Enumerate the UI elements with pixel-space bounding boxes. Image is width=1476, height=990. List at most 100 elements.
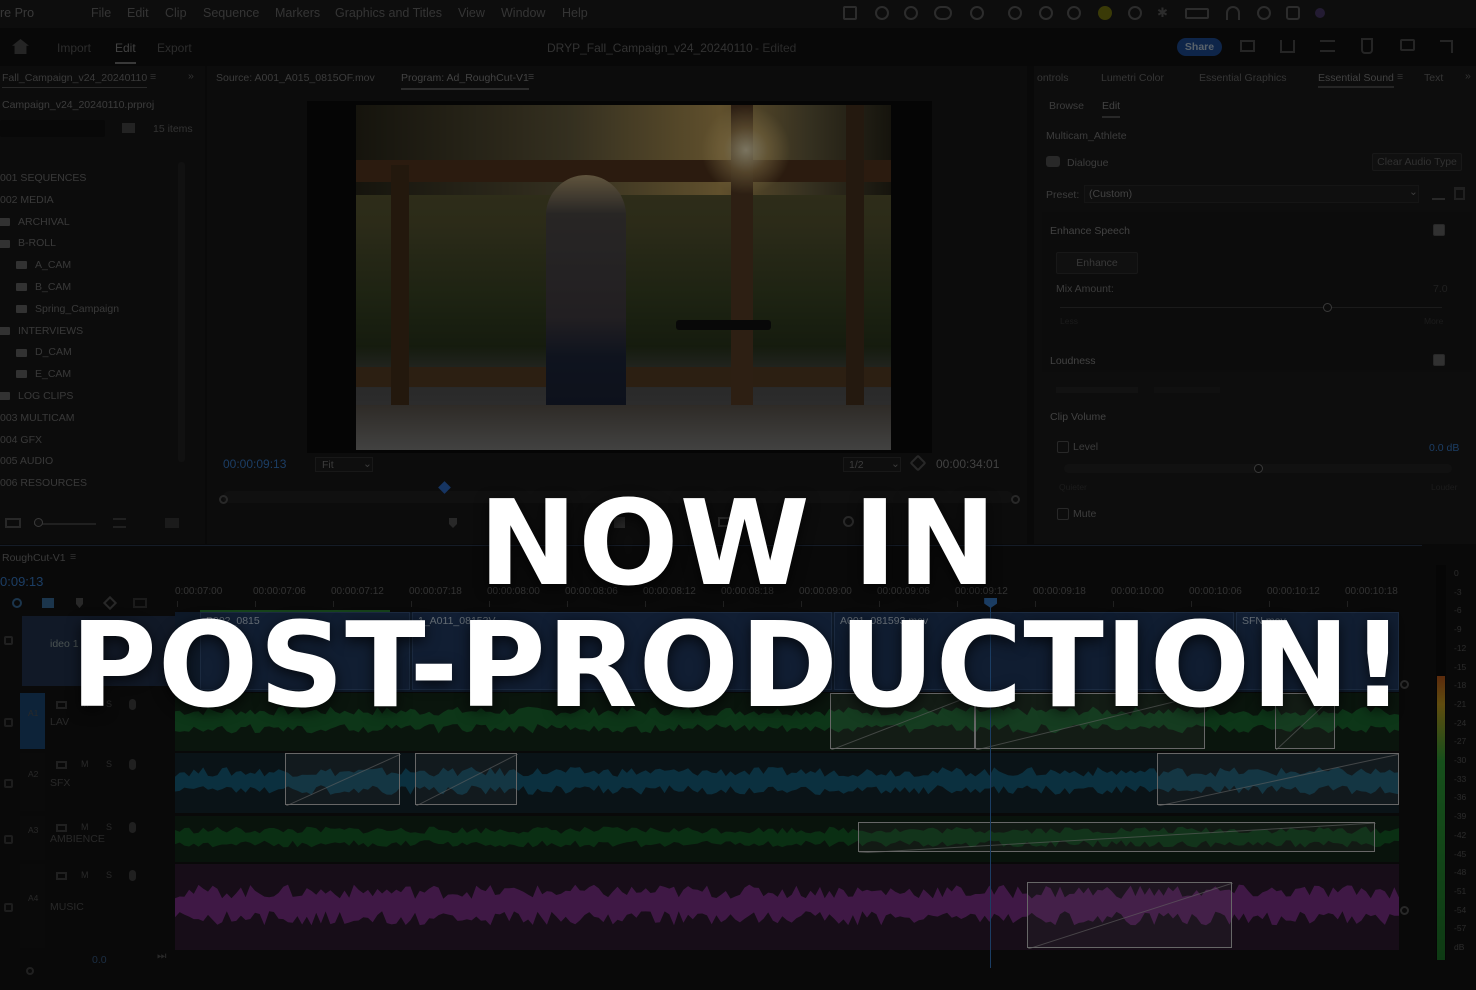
menu-item-edit[interactable]: Edit [127, 6, 149, 20]
tab-edit[interactable]: Edit [115, 41, 136, 64]
microphone-icon[interactable] [1098, 6, 1112, 20]
project-tab[interactable]: Fall_Campaign_v24_20240110 [2, 72, 148, 88]
expand-panel-icon[interactable]: » [1465, 70, 1471, 82]
menu-item-clip[interactable]: Clip [165, 6, 187, 20]
monitor-menu-icon[interactable]: ≡ [528, 71, 534, 83]
subtab-browse[interactable]: Browse [1049, 100, 1084, 112]
audio-clip[interactable] [858, 822, 1376, 853]
project-list-item[interactable]: 003 MULTICAM [0, 412, 75, 424]
clear-audio-type-button[interactable]: Clear Audio Type [1372, 153, 1462, 171]
tab-import[interactable]: Import [57, 41, 91, 55]
panel-menu-icon[interactable]: ≡ [150, 71, 156, 83]
project-list-item[interactable]: 002 MEDIA [0, 194, 54, 206]
project-search-input[interactable] [0, 120, 105, 137]
share-button[interactable]: Share [1177, 38, 1222, 56]
siri-icon[interactable] [1315, 8, 1325, 18]
audio-clip[interactable] [1157, 753, 1399, 806]
control-center-icon[interactable] [1286, 6, 1300, 20]
track-target[interactable]: A2 [20, 753, 45, 811]
fullscreen-icon[interactable] [1440, 40, 1453, 53]
lock-icon[interactable] [4, 835, 13, 844]
new-bin-icon[interactable] [122, 123, 135, 133]
enhance-button[interactable]: Enhance [1056, 252, 1138, 274]
lock-icon[interactable] [4, 903, 13, 912]
track-header-a4[interactable]: A4 MUSIC M S [0, 864, 175, 950]
tab-text[interactable]: Text [1424, 72, 1443, 84]
audio-clip[interactable] [285, 753, 401, 806]
tab-lumetri-color[interactable]: Lumetri Color [1101, 72, 1164, 84]
delete-preset-icon[interactable] [1454, 187, 1465, 200]
project-list-item[interactable]: B_CAM [16, 281, 71, 293]
tab-essential-sound[interactable]: Essential Sound [1318, 72, 1394, 88]
tab-effect-controls[interactable]: ontrols [1037, 72, 1069, 84]
tab-essential-graphics[interactable]: Essential Graphics [1199, 72, 1287, 84]
project-list-item[interactable]: D_CAM [16, 346, 72, 358]
beta-flask-icon[interactable] [1361, 38, 1373, 54]
track-sync-icon[interactable] [56, 824, 67, 832]
preset-dropdown[interactable]: (Custom) ⌄ [1084, 185, 1419, 203]
menu-item-sequence[interactable]: Sequence [203, 6, 259, 20]
zoom-handle[interactable] [26, 967, 34, 975]
track-solo-button[interactable]: S [106, 759, 112, 769]
track-solo-button[interactable]: S [106, 870, 112, 880]
export-icon[interactable] [1280, 40, 1295, 53]
panel-menu-icon[interactable]: ≡ [1397, 71, 1403, 83]
refresh-icon[interactable] [1067, 6, 1081, 20]
project-list-item[interactable]: 001 SEQUENCES [0, 172, 86, 184]
expand-panel-icon[interactable]: » [188, 70, 194, 82]
gear-icon[interactable] [1039, 6, 1053, 20]
project-list-item[interactable]: E_CAM [16, 368, 71, 380]
track-mute-button[interactable]: M [81, 822, 89, 832]
track-scroll-handle[interactable] [1400, 906, 1409, 915]
track-sync-icon[interactable] [56, 872, 67, 880]
enhance-speech-checkbox[interactable] [1433, 224, 1445, 236]
audio-clip[interactable] [1027, 882, 1233, 949]
project-list-item[interactable]: 004 GFX [0, 434, 42, 446]
lock-icon[interactable] [4, 779, 13, 788]
project-list-item[interactable]: 005 AUDIO [0, 455, 53, 467]
mix-amount-thumb[interactable] [1323, 303, 1333, 312]
display-icon[interactable] [843, 6, 857, 20]
menu-item-help[interactable]: Help [562, 6, 588, 20]
bluetooth-icon[interactable]: ✱ [1157, 5, 1171, 20]
feedback-icon[interactable] [1400, 39, 1415, 51]
project-list-item[interactable]: A_CAM [16, 259, 71, 271]
source-monitor-tab[interactable]: Source: A001_A015_0815OF.mov [216, 72, 375, 84]
wifi-icon[interactable] [1226, 6, 1240, 20]
auto-match-button[interactable] [1056, 387, 1138, 393]
cloud-icon[interactable] [934, 6, 952, 20]
menu-item-graphics-and-titles[interactable]: Graphics and Titles [335, 6, 442, 20]
mix-amount-value[interactable]: 7.0 [1433, 283, 1448, 295]
tab-export[interactable]: Export [157, 41, 192, 55]
menu-item-window[interactable]: Window [501, 6, 545, 20]
save-preset-icon[interactable] [1432, 187, 1445, 200]
track-mute-button[interactable]: M [81, 759, 89, 769]
layout-icon[interactable] [1240, 40, 1255, 52]
microphone-icon[interactable] [129, 822, 136, 833]
program-monitor-tab[interactable]: Program: Ad_RoughCut-V1 [401, 72, 529, 90]
level-checkbox[interactable] [1057, 441, 1069, 453]
check-circle-icon[interactable] [904, 6, 918, 20]
microphone-icon[interactable] [129, 759, 136, 770]
skip-end-icon[interactable]: ⏭ [157, 950, 166, 963]
workspaces-icon[interactable] [1320, 40, 1335, 52]
play-circle-icon[interactable] [1128, 6, 1142, 20]
battery-icon[interactable] [1185, 8, 1209, 19]
home-icon[interactable] [12, 39, 29, 54]
mix-amount-slider[interactable] [1060, 303, 1442, 312]
track-header-a3[interactable]: A3 AMBIENCE M S [0, 816, 175, 862]
microphone-icon[interactable] [129, 870, 136, 881]
level-value[interactable]: 0.0 dB [1429, 442, 1459, 454]
track-mute-button[interactable]: M [81, 870, 89, 880]
audio-clip[interactable] [415, 753, 518, 806]
accessibility-icon[interactable] [1008, 6, 1022, 20]
record-icon[interactable] [970, 6, 984, 20]
project-list-item[interactable]: LOG CLIPS [0, 390, 73, 402]
project-scrollbar[interactable] [178, 162, 185, 462]
sync-icon[interactable] [875, 6, 889, 20]
search-icon[interactable] [1257, 6, 1271, 20]
track-solo-button[interactable]: S [106, 822, 112, 832]
master-volume-value[interactable]: 0.0 [92, 954, 107, 966]
menu-item-file[interactable]: File [91, 6, 111, 20]
project-list-item[interactable]: ARCHIVAL [0, 216, 70, 228]
